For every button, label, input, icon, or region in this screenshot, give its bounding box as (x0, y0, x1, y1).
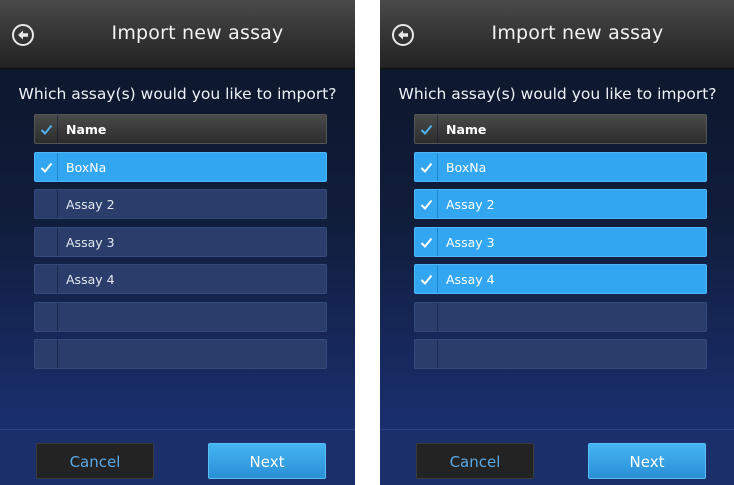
assay-list: Name BoxNa Assay 2 Assay 3 Assay 4 (414, 114, 707, 377)
assay-name: Assay 2 (66, 197, 115, 212)
import-prompt: Which assay(s) would you like to import? (398, 85, 717, 103)
row-checkbox (415, 302, 438, 331)
assay-name: BoxNa (446, 159, 487, 175)
select-all-header-row[interactable]: Name (414, 114, 707, 144)
row-checkbox (35, 340, 58, 368)
assay-row[interactable]: Assay 2 (414, 189, 707, 219)
cancel-button[interactable]: Cancel (36, 443, 154, 479)
assay-row[interactable]: Assay 2 (34, 189, 327, 219)
assay-row[interactable]: Assay 3 (34, 226, 327, 257)
back-arrow-icon (398, 30, 408, 40)
select-all-checkbox[interactable] (415, 115, 438, 143)
column-header-name: Name (66, 122, 107, 137)
title-bar: Import new assay (0, 0, 355, 69)
assay-name: Assay 3 (66, 234, 115, 250)
import-prompt: Which assay(s) would you like to import? (18, 85, 337, 103)
row-checkbox[interactable] (35, 152, 58, 181)
assay-name: Assay 3 (446, 234, 495, 250)
assay-name: Assay 2 (446, 197, 495, 212)
assay-row[interactable]: BoxNa (34, 151, 327, 182)
column-header-name: Name (446, 122, 487, 137)
screen-right: Import new assay Which assay(s) would yo… (380, 0, 734, 485)
checkmark-icon (40, 124, 53, 135)
row-checkbox[interactable] (415, 227, 438, 256)
empty-row (34, 339, 327, 369)
back-button[interactable] (392, 24, 414, 46)
assay-row[interactable]: Assay 4 (414, 264, 707, 294)
page-title: Import new assay (111, 22, 284, 44)
button-bar: Cancel Next (380, 429, 734, 485)
row-checkbox[interactable] (415, 190, 438, 218)
checkmark-icon (420, 124, 433, 135)
assay-name: Assay 4 (446, 272, 495, 287)
row-checkbox (35, 302, 58, 331)
next-button[interactable]: Next (208, 443, 326, 479)
row-checkbox (415, 340, 438, 368)
screen-left: Import new assay Which assay(s) would yo… (0, 0, 355, 485)
page-title: Import new assay (491, 22, 664, 44)
row-checkbox[interactable] (415, 152, 438, 181)
back-arrow-icon (18, 30, 28, 40)
empty-row (414, 339, 707, 369)
checkmark-icon (420, 162, 433, 173)
row-checkbox[interactable] (35, 265, 58, 293)
button-bar: Cancel Next (0, 429, 355, 485)
cancel-button[interactable]: Cancel (416, 443, 534, 479)
select-all-checkbox[interactable] (35, 115, 58, 143)
title-bar: Import new assay (380, 0, 734, 69)
empty-row (34, 301, 327, 332)
assay-name: BoxNa (66, 159, 107, 175)
checkmark-icon (420, 237, 433, 248)
back-button[interactable] (12, 24, 34, 46)
assay-row[interactable]: Assay 3 (414, 226, 707, 257)
assay-row[interactable]: BoxNa (414, 151, 707, 182)
row-checkbox[interactable] (415, 265, 438, 293)
assay-list: Name BoxNa Assay 2 Assay 3 Assay 4 (34, 114, 327, 377)
select-all-header-row[interactable]: Name (34, 114, 327, 144)
empty-row (414, 301, 707, 332)
row-checkbox[interactable] (35, 190, 58, 218)
assay-row[interactable]: Assay 4 (34, 264, 327, 294)
checkmark-icon (420, 199, 433, 210)
checkmark-icon (420, 274, 433, 285)
assay-name: Assay 4 (66, 272, 115, 287)
row-checkbox[interactable] (35, 227, 58, 256)
checkmark-icon (40, 162, 53, 173)
next-button[interactable]: Next (588, 443, 706, 479)
